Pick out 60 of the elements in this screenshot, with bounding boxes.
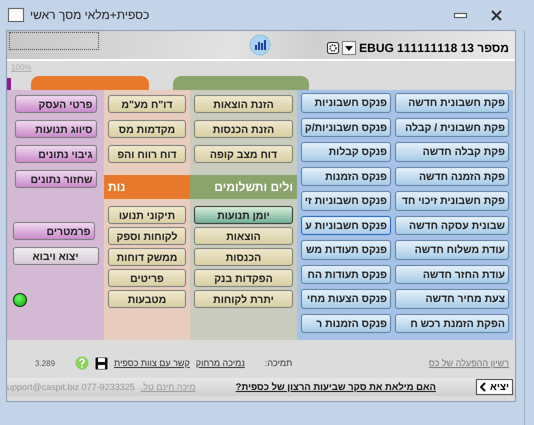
menu-button[interactable]: סיווג תנועות	[14, 120, 96, 138]
window-title: כספית+מלאי מסך ראשי	[30, 8, 150, 22]
exit-button[interactable]: יציא	[476, 379, 513, 395]
menu-button[interactable]: הוצאות	[194, 227, 293, 245]
menu-button[interactable]: לקוחות וספק	[108, 227, 186, 245]
menu-button[interactable]: תיקוני תנועו	[108, 206, 186, 224]
menu-button[interactable]: יתרת לקוחות	[194, 290, 293, 308]
window-icon	[8, 8, 24, 22]
menu-button[interactable]: מטבעות	[108, 290, 186, 308]
phone-support-text: מיכה חינם טל.	[140, 382, 196, 392]
menu-button[interactable]: דוח רווח והפ	[108, 145, 186, 163]
menu-button[interactable]: עודת משלוח חדשה	[395, 240, 509, 260]
menu-button[interactable]: דו"ח מע"מ	[108, 95, 186, 113]
menu-button[interactable]: הזנת הכנסות	[194, 120, 293, 138]
menu-button[interactable]: עודת החזר חדשה	[395, 264, 509, 284]
menu-button[interactable]: הכנסות	[194, 248, 293, 266]
menu-button[interactable]: פקת חשבונית זיכוי חד	[395, 191, 509, 210]
menu-button[interactable]: מקדמות מס	[108, 120, 186, 138]
tab-marker	[7, 78, 11, 90]
menu-button[interactable]: פנקס הזמנות	[301, 166, 391, 186]
remote-support-link[interactable]: נמיכה מרחוק	[196, 358, 245, 368]
menu-button[interactable]: פקת חשבונית / קבלה	[395, 118, 509, 137]
menu-button[interactable]: פנקס תעודות הח	[301, 264, 391, 284]
menu-button[interactable]: פקת חשבונית חדשה	[395, 93, 509, 112]
menu-button[interactable]: פקת הזמנה חדשה	[395, 166, 509, 186]
menu-button[interactable]: פנקס חשבוניות זי	[301, 191, 391, 210]
account-label: מספר 13 111111118 EBUG	[359, 41, 509, 55]
menu-button[interactable]: יצוא ויבוא	[12, 247, 98, 265]
menu-button[interactable]: הפקת הזמנת רכש ח	[395, 314, 509, 333]
chart-logo-icon	[249, 34, 271, 56]
menu-button[interactable]: דוח מצב קופה	[194, 145, 293, 163]
menu-button[interactable]: שבונית עסקה חדשה	[395, 216, 509, 235]
chevron-left-icon	[480, 382, 486, 392]
menu-button[interactable]: פנקס הזמנות ר	[301, 314, 391, 333]
menu-button[interactable]: הזנת הוצאות	[194, 95, 293, 113]
menu-button[interactable]: פרמטרים	[12, 222, 94, 240]
survey-link[interactable]: האם מילאת את סקר שביעות הרצון של כספית?	[236, 382, 436, 392]
section-heading: נות	[104, 175, 190, 199]
contact-link[interactable]: קשר עם צוות כספית	[114, 358, 190, 368]
menu-button[interactable]: הפקדות בנק	[194, 269, 293, 287]
menu-button[interactable]: פריטים	[108, 269, 186, 287]
version-label: 3.289	[35, 358, 56, 368]
menu-button[interactable]: צעת מחיר חדשה	[395, 289, 509, 308]
status-dot-icon	[13, 293, 27, 307]
menu-button[interactable]: יומן תנועות	[194, 206, 293, 224]
menu-button[interactable]: שחזור נתונים	[14, 170, 96, 188]
contact-info: upport@caspit.biz 077-9233325	[7, 382, 135, 392]
menu-button[interactable]: פנקס חשבוניות/ק	[301, 118, 391, 137]
menu-button[interactable]: פנקס הצעות מחי	[301, 289, 391, 308]
section-heading: ולים ותשלומים	[190, 175, 297, 199]
menu-button[interactable]: פנקס חשבוניות ע	[301, 216, 391, 235]
support-label: תמיכה:	[264, 358, 292, 368]
menu-button[interactable]: גיבוי נתונים	[14, 145, 96, 163]
menu-button[interactable]: פנקס תעודות מש	[301, 240, 391, 260]
menu-button[interactable]: פנקס חשבוניות	[301, 93, 391, 112]
dropdown-button[interactable]	[342, 41, 356, 55]
menu-button[interactable]: פקת קבלה חדשה	[395, 142, 509, 162]
menu-button[interactable]: ממשק דוחות	[108, 248, 186, 266]
menu-button[interactable]: פנקס קבלות	[301, 142, 391, 162]
menu-button[interactable]: פרטי העסק	[14, 95, 96, 113]
